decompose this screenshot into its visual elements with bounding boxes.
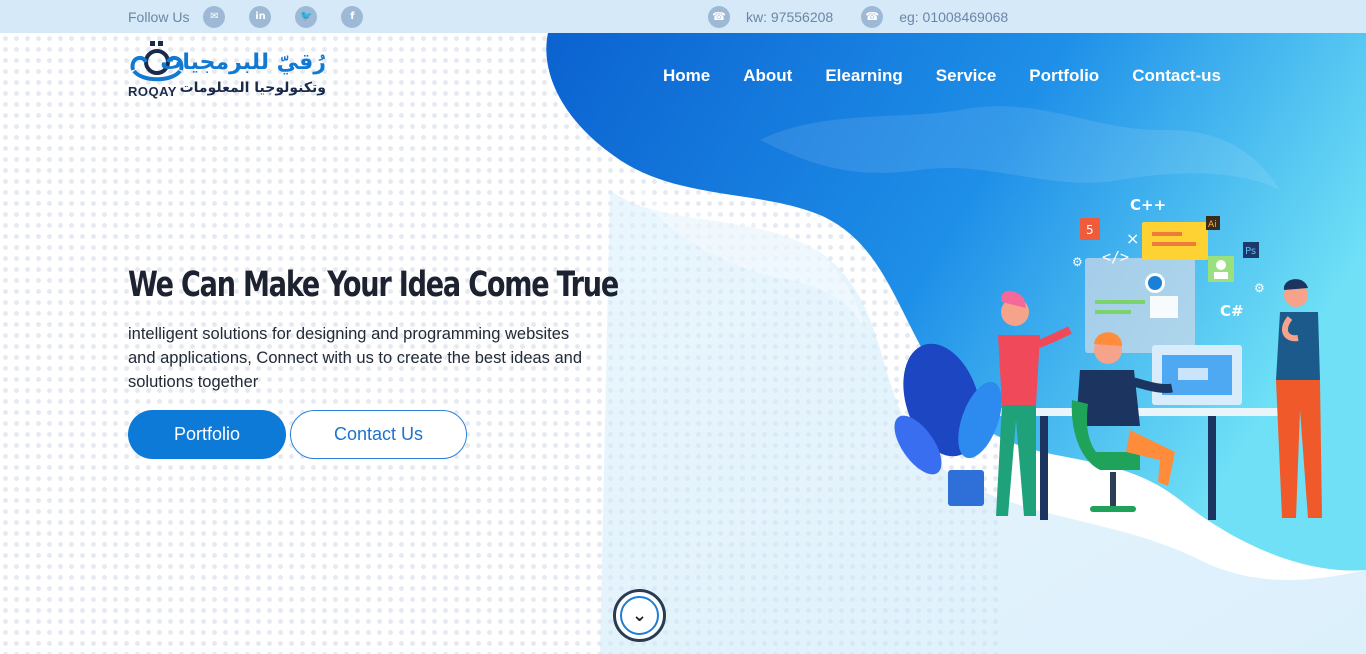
scroll-down-button[interactable]: ⌄ [613, 589, 666, 642]
social-links: Follow Us ✉ in 🐦 f [128, 0, 387, 33]
logo-english-text: ROQAY [128, 84, 177, 99]
top-bar: Follow Us ✉ in 🐦 f ☎ kw: 97556208 ☎ eg: … [0, 0, 1366, 33]
cpp-label: C++ [1130, 196, 1166, 214]
main-nav: Home About Elearning Service Portfolio C… [663, 66, 1254, 86]
svg-text:⚙: ⚙ [1072, 255, 1083, 269]
phone-icon: ☎ [861, 5, 884, 28]
contact-numbers: ☎ kw: 97556208 ☎ eg: 01008469068 [708, 0, 1036, 33]
logo-arabic-subtitle: وتكنولوجيا المعلومات [179, 80, 326, 96]
site-logo[interactable]: ROQAY رُقيّ للبرمجيات وتكنولوجيا المعلوم… [128, 40, 338, 102]
nav-service[interactable]: Service [936, 66, 997, 86]
svg-text:×: × [1126, 229, 1139, 248]
phone-icon: ☎ [708, 5, 730, 28]
portfolio-button[interactable]: Portfolio [128, 410, 286, 459]
logo-arabic-title: رُقيّ للبرمجيات [160, 50, 326, 75]
follow-us-label: Follow Us [128, 8, 190, 25]
developers-illustration: 5 × </> C++ Ai Ps C# ⚙ ⚙ [894, 196, 1322, 520]
contact-kw-text: kw: 97556208 [746, 8, 834, 25]
csharp-label: C# [1220, 302, 1244, 320]
svg-text:Ai: Ai [1208, 220, 1217, 230]
code-tag-icon: </> [1102, 248, 1129, 266]
nav-portfolio[interactable]: Portfolio [1029, 66, 1099, 86]
contact-eg-text: eg: 01008469068 [899, 8, 1009, 25]
nav-home[interactable]: Home [663, 66, 710, 86]
messenger-icon[interactable]: ✉ [203, 5, 226, 28]
twitter-icon[interactable]: 🐦 [295, 5, 318, 28]
svg-text:Ps: Ps [1245, 246, 1256, 257]
hero-description: intelligent solutions for designing and … [128, 325, 583, 391]
contact-us-button[interactable]: Contact Us [290, 410, 467, 459]
svg-text:5: 5 [1086, 223, 1094, 237]
nav-elearning[interactable]: Elearning [825, 66, 902, 86]
chevron-down-icon: ⌄ [620, 596, 659, 635]
svg-text:⚙: ⚙ [1254, 281, 1265, 295]
contact-eg[interactable]: ☎ eg: 01008469068 [861, 5, 1009, 28]
contact-kw[interactable]: ☎ kw: 97556208 [708, 5, 834, 28]
nav-about[interactable]: About [743, 66, 792, 86]
linkedin-icon[interactable]: in [249, 5, 272, 28]
hero-title: We Can Make Your Idea Come True [128, 265, 619, 305]
nav-contact-us[interactable]: Contact-us [1132, 66, 1221, 86]
facebook-icon[interactable]: f [341, 5, 364, 28]
